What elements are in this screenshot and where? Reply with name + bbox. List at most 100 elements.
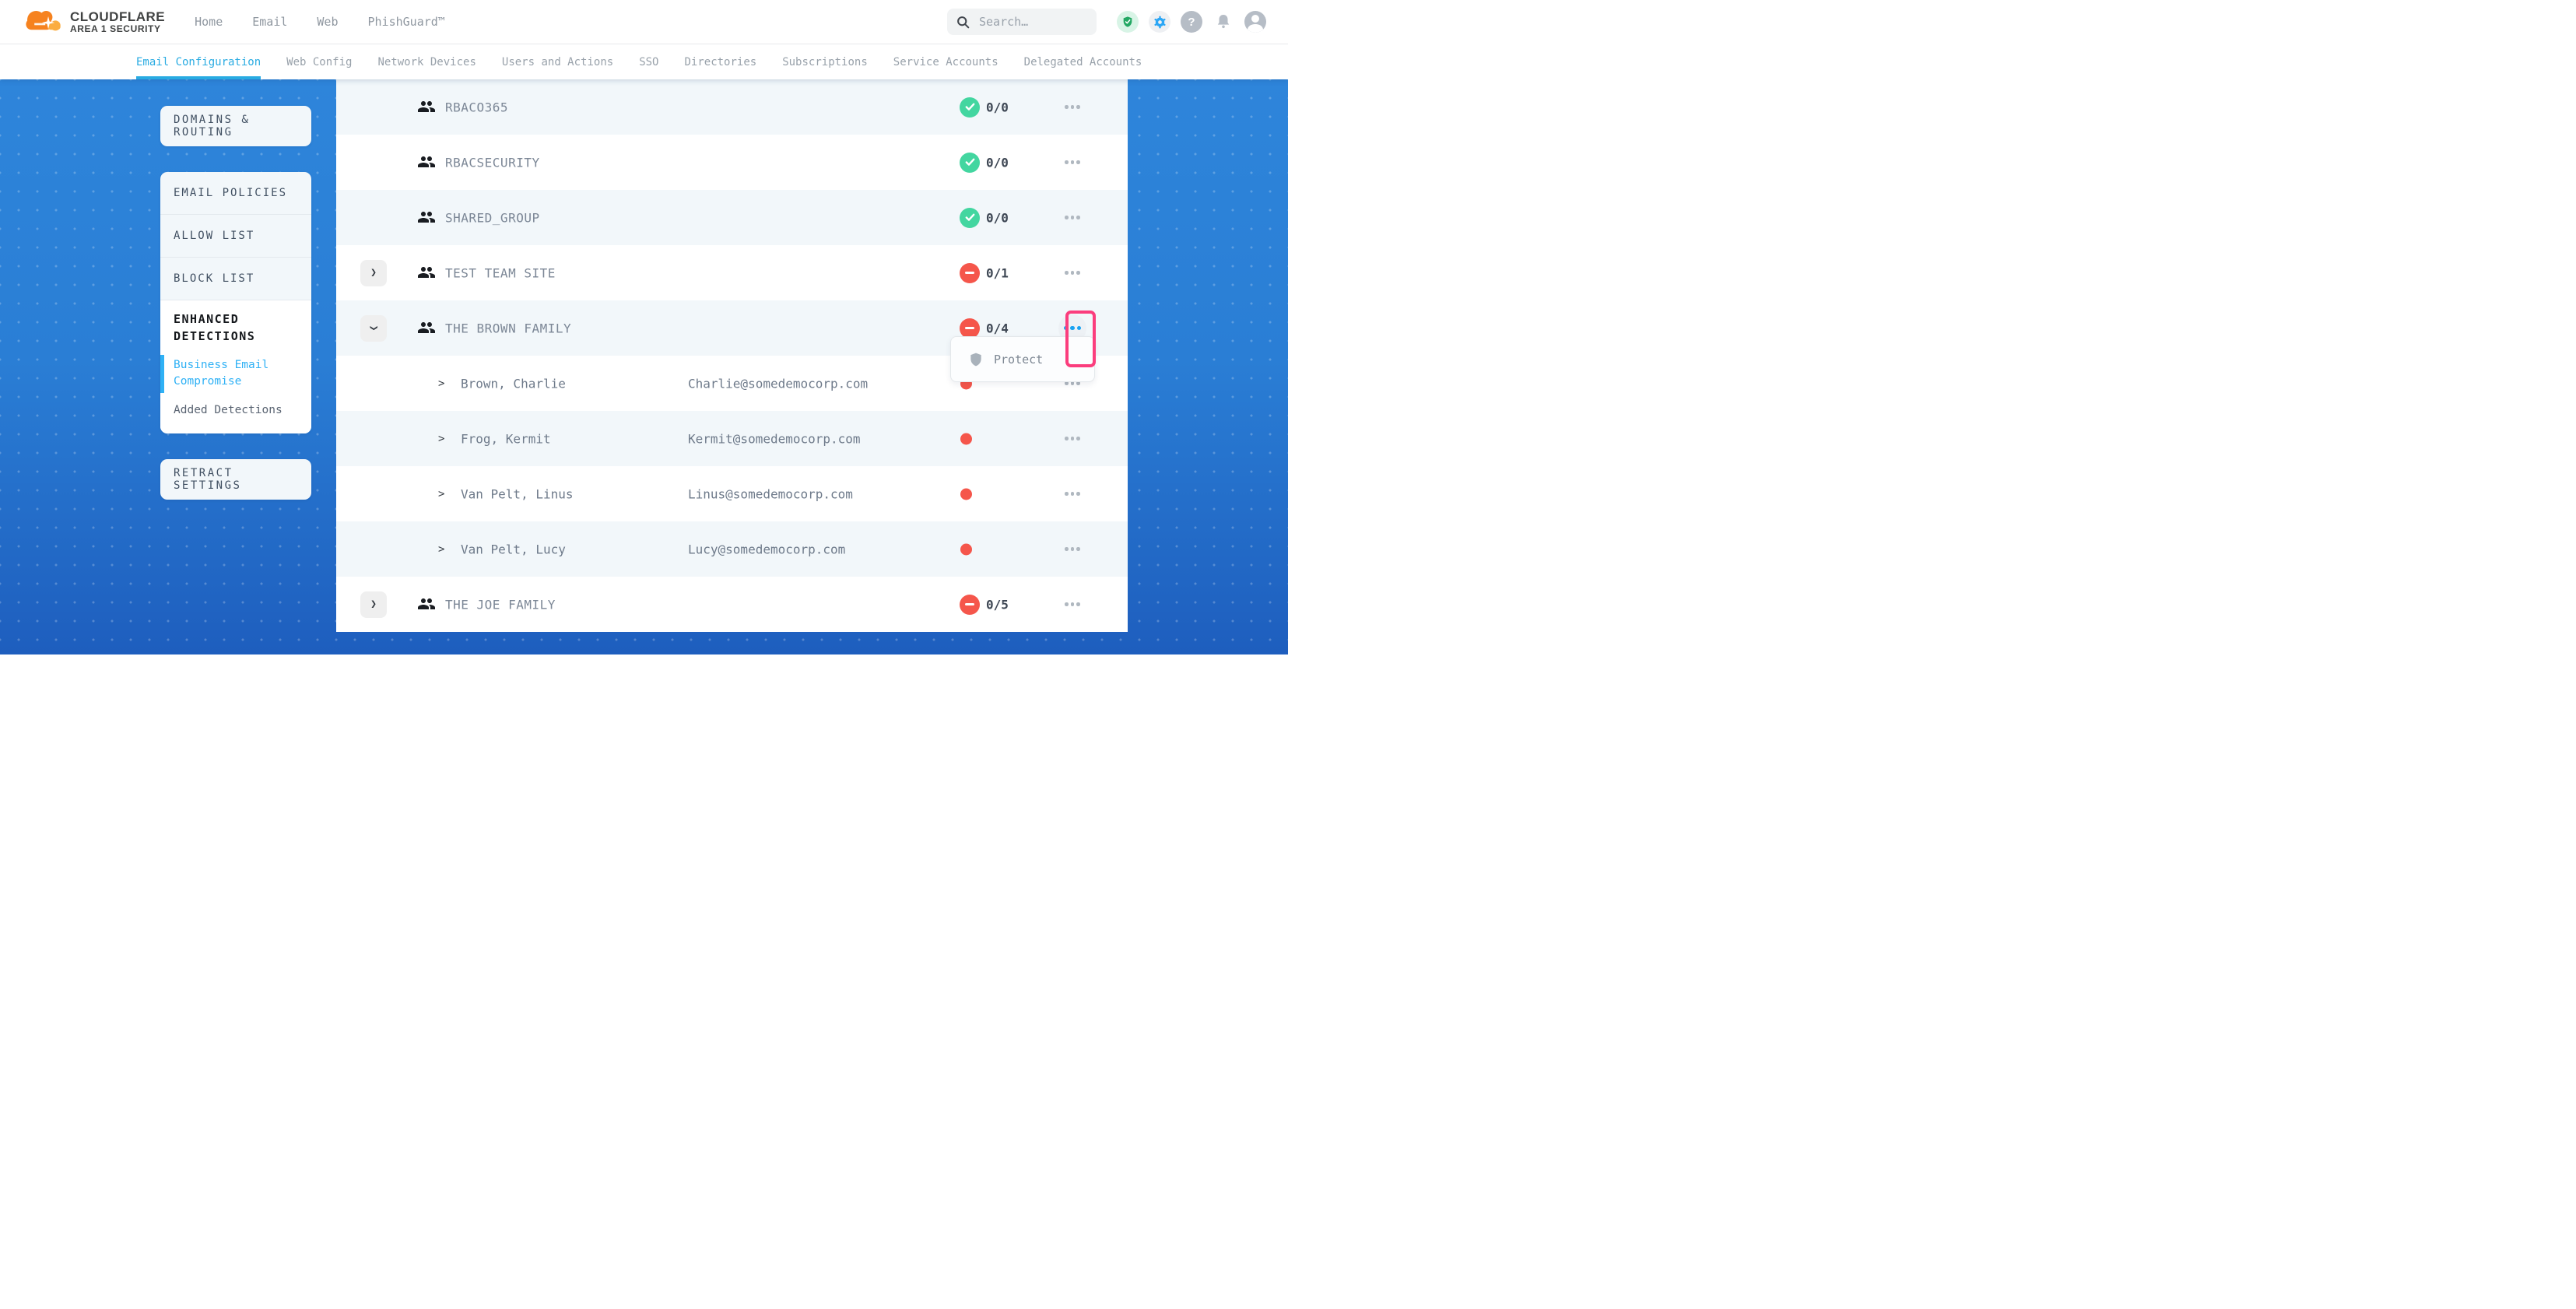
brand-subtitle: AREA 1 SECURITY: [70, 24, 165, 34]
protection-count: 0/0: [986, 100, 1009, 114]
sidebar-item-email-policies[interactable]: EMAIL POLICIES: [160, 172, 311, 215]
tab-directories[interactable]: Directories: [684, 44, 756, 79]
row-menu-button[interactable]: [1058, 204, 1086, 232]
sidebar-item-business-email-compromise[interactable]: Business Email Compromise: [174, 357, 298, 391]
nav-web[interactable]: Web: [317, 15, 338, 29]
status-ok-badge: [960, 208, 980, 228]
table-row: ❯ TEST TEAM SITE 0/1: [336, 245, 1128, 300]
group-icon: [417, 595, 436, 616]
member-chevron-icon[interactable]: >: [438, 377, 444, 390]
status-alert-dot: [960, 488, 972, 500]
member-name: Van Pelt, Lucy: [461, 542, 566, 556]
tab-email-configuration[interactable]: Email Configuration: [136, 44, 261, 79]
sidebar-item-retract-settings[interactable]: RETRACT SETTINGS: [160, 459, 311, 500]
protection-count: 0/5: [986, 597, 1009, 612]
table-row: ❯ THE JOE FAMILY 0/5: [336, 577, 1128, 632]
header-nav: Home Email Web PhishGuard™: [195, 15, 445, 29]
cloudflare-logo[interactable]: CLOUDFLARE AREA 1 SECURITY: [22, 7, 165, 37]
group-name: THE BROWN FAMILY: [445, 321, 571, 335]
shield-check-icon[interactable]: [1117, 11, 1139, 33]
status-blocked-badge: [960, 263, 980, 283]
brand-name: CLOUDFLARE: [70, 10, 165, 24]
tab-subscriptions[interactable]: Subscriptions: [782, 44, 868, 79]
tab-web-config[interactable]: Web Config: [286, 44, 352, 79]
table-row-member: > Frog, Kermit Kermit@somedemocorp.com: [336, 411, 1128, 466]
sidebar: DOMAINS & ROUTING EMAIL POLICIES ALLOW L…: [160, 106, 311, 500]
tab-users-and-actions[interactable]: Users and Actions: [502, 44, 613, 79]
table-row: RBACSECURITY 0/0: [336, 135, 1128, 190]
search-input[interactable]: [977, 14, 1066, 30]
protection-count: 0/1: [986, 265, 1009, 280]
config-tabs: Email Configuration Web Config Network D…: [0, 44, 1288, 79]
notifications-bell-icon[interactable]: [1213, 11, 1234, 33]
search-box[interactable]: [947, 9, 1097, 35]
member-email: Charlie@somedemocorp.com: [688, 376, 868, 391]
member-chevron-icon[interactable]: >: [438, 488, 444, 500]
member-name: Brown, Charlie: [461, 376, 566, 391]
row-menu-button[interactable]: [1058, 93, 1086, 121]
help-icon[interactable]: ?: [1181, 11, 1202, 33]
status-alert-dot: [960, 433, 972, 444]
group-name: THE JOE FAMILY: [445, 597, 556, 612]
group-name: TEST TEAM SITE: [445, 265, 556, 280]
row-menu-button[interactable]: [1058, 535, 1086, 563]
tab-sso[interactable]: SSO: [639, 44, 658, 79]
app-header: CLOUDFLARE AREA 1 SECURITY Home Email We…: [0, 0, 1288, 44]
dropdown-item-protect[interactable]: Protect: [994, 353, 1043, 367]
account-icon[interactable]: [1244, 11, 1266, 33]
sidebar-item-domains-routing[interactable]: DOMAINS & ROUTING: [160, 106, 311, 146]
cloudflare-cloud-icon: [22, 7, 64, 37]
member-chevron-icon[interactable]: >: [438, 543, 444, 556]
nav-email[interactable]: Email: [252, 15, 287, 29]
status-ok-badge: [960, 97, 980, 118]
row-actions-dropdown[interactable]: Protect: [950, 336, 1095, 382]
settings-gear-icon[interactable]: [1149, 11, 1170, 33]
status-blocked-badge: [960, 595, 980, 615]
status-blocked-badge: [960, 318, 980, 339]
sidebar-item-block-list[interactable]: BLOCK LIST: [160, 258, 311, 300]
table-row-member: > Van Pelt, Lucy Lucy@somedemocorp.com: [336, 521, 1128, 577]
table-row: SHARED_GROUP 0/0: [336, 190, 1128, 245]
group-name: SHARED_GROUP: [445, 210, 540, 225]
row-menu-button[interactable]: [1058, 591, 1086, 619]
table-row: RBACO365 0/0: [336, 79, 1128, 135]
status-alert-dot: [960, 543, 972, 555]
group-icon: [417, 208, 436, 230]
row-menu-button[interactable]: [1058, 259, 1086, 287]
table-row-member: > Van Pelt, Linus Linus@somedemocorp.com: [336, 466, 1128, 521]
group-icon: [417, 263, 436, 285]
sidebar-section-enhanced-detections: ENHANCED DETECTIONS Business Email Compr…: [160, 300, 311, 433]
row-menu-button[interactable]: [1058, 149, 1086, 177]
member-name: Frog, Kermit: [461, 431, 551, 446]
nav-phishguard[interactable]: PhishGuard™: [367, 15, 444, 29]
member-chevron-icon[interactable]: >: [438, 433, 444, 445]
protection-count: 0/4: [986, 321, 1009, 335]
member-email: Lucy@somedemocorp.com: [688, 542, 845, 556]
shield-icon: [968, 351, 984, 368]
sidebar-item-enhanced-detections[interactable]: ENHANCED DETECTIONS: [174, 311, 298, 346]
group-icon: [417, 97, 436, 119]
tab-service-accounts[interactable]: Service Accounts: [893, 44, 998, 79]
search-icon: [956, 16, 970, 29]
sidebar-item-allow-list[interactable]: ALLOW LIST: [160, 215, 311, 258]
status-ok-badge: [960, 153, 980, 173]
nav-home[interactable]: Home: [195, 15, 223, 29]
group-icon: [417, 318, 436, 340]
row-menu-button[interactable]: [1058, 480, 1086, 508]
group-name: RBACO365: [445, 100, 508, 114]
expand-button[interactable]: ❯: [360, 260, 387, 286]
collapse-button[interactable]: ❯: [360, 315, 387, 342]
member-email: Linus@somedemocorp.com: [688, 486, 853, 501]
member-email: Kermit@somedemocorp.com: [688, 431, 861, 446]
protection-count: 0/0: [986, 210, 1009, 225]
tab-network-devices[interactable]: Network Devices: [377, 44, 476, 79]
page: CLOUDFLARE AREA 1 SECURITY Home Email We…: [0, 0, 1288, 654]
expand-button[interactable]: ❯: [360, 591, 387, 618]
sidebar-item-added-detections[interactable]: Added Detections: [174, 402, 298, 419]
group-name: RBACSECURITY: [445, 155, 540, 170]
group-icon: [417, 153, 436, 174]
protection-count: 0/0: [986, 155, 1009, 170]
member-name: Van Pelt, Linus: [461, 486, 574, 501]
tab-delegated-accounts[interactable]: Delegated Accounts: [1024, 44, 1142, 79]
row-menu-button[interactable]: [1058, 425, 1086, 453]
